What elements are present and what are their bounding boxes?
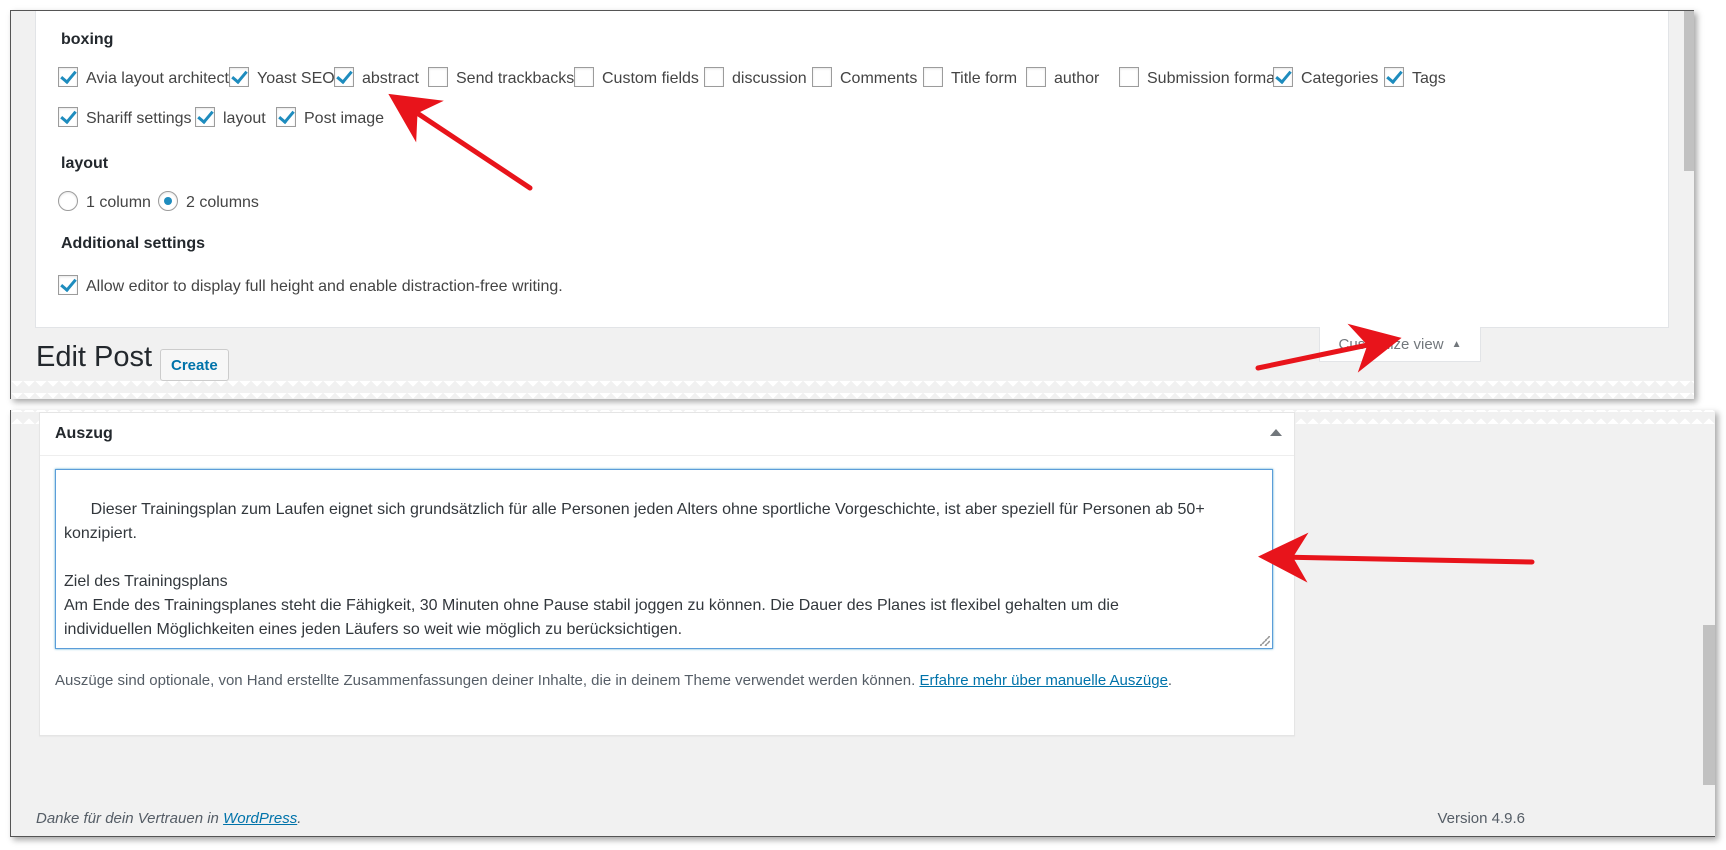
collapse-arrow-icon[interactable] [1270, 429, 1282, 436]
scrollbar[interactable] [1684, 11, 1694, 171]
screen-options-screenshot: boxing Avia layout architect Yoast SEO a… [10, 10, 1694, 399]
checkbox-box[interactable] [1026, 67, 1046, 87]
checkbox-box[interactable] [923, 67, 943, 87]
checkbox-box[interactable] [58, 107, 78, 127]
excerpt-textarea[interactable]: Dieser Trainingsplan zum Laufen eignet s… [55, 469, 1273, 649]
checkbox-box[interactable] [195, 107, 215, 127]
checkbox-label: Submission format [1147, 70, 1280, 87]
customize-view-label: Customize view [1338, 335, 1444, 353]
checkbox-post-image[interactable]: Post image [276, 107, 385, 129]
checkbox-label: layout [223, 110, 266, 127]
resize-handle-icon[interactable] [1260, 636, 1270, 646]
checkbox-label: Avia layout architect [86, 70, 229, 87]
excerpt-help-link[interactable]: Erfahre mehr über manuelle Auszüge [919, 672, 1167, 689]
checkbox-label: author [1054, 70, 1100, 87]
checkbox-box[interactable] [812, 67, 832, 87]
footer-version: Version 4.9.6 [1437, 810, 1525, 827]
checkbox-box[interactable] [58, 67, 78, 87]
customize-view-toggle[interactable]: Customize view ▲ [1319, 327, 1481, 362]
checkbox-label: Post image [304, 110, 385, 127]
wordpress-link[interactable]: WordPress [223, 810, 297, 827]
checkbox-box[interactable] [276, 107, 296, 127]
layout-heading: layout [61, 155, 109, 172]
checkbox-layout[interactable]: layout [195, 107, 266, 129]
excerpt-screenshot: Auszug Dieser Trainingsplan zum Laufen e… [10, 410, 1715, 837]
checkbox-label: Send trackbacks [456, 70, 575, 87]
excerpt-postbox: Auszug Dieser Trainingsplan zum Laufen e… [39, 412, 1295, 736]
radio-1-column[interactable]: 1 column [58, 191, 151, 213]
footer-thanks-end: . [297, 810, 302, 827]
excerpt-help-text: Auszüge sind optionale, von Hand erstell… [55, 672, 1172, 689]
checkbox-box[interactable] [1119, 67, 1139, 87]
checkbox-avia-layout-architect[interactable]: Avia layout architect [58, 67, 229, 89]
checkbox-box[interactable] [334, 67, 354, 87]
scrollbar[interactable] [1703, 625, 1715, 785]
excerpt-title: Auszug [55, 425, 113, 442]
checkbox-box[interactable] [574, 67, 594, 87]
radio-2-columns[interactable]: 2 columns [158, 191, 259, 213]
checkbox-abstract[interactable]: abstract [334, 67, 419, 89]
checkbox-label: discussion [732, 70, 807, 87]
torn-edge [11, 381, 1694, 399]
checkbox-label: abstract [362, 70, 419, 87]
help-text: Auszüge sind optionale, von Hand erstell… [55, 672, 916, 689]
checkbox-shariff-settings[interactable]: Shariff settings [58, 107, 192, 129]
boxing-heading: boxing [61, 31, 114, 48]
checkbox-box[interactable] [229, 67, 249, 87]
checkbox-label: Tags [1412, 70, 1446, 87]
footer-thanks: Danke für dein Vertrauen in WordPress. [36, 810, 301, 827]
page-title: Edit Post [36, 341, 153, 373]
screen-options-panel: boxing Avia layout architect Yoast SEO a… [35, 11, 1669, 328]
checkbox-box[interactable] [1384, 67, 1404, 87]
checkbox-box[interactable] [704, 67, 724, 87]
checkbox-label: Shariff settings [86, 110, 192, 127]
excerpt-text: Dieser Trainingsplan zum Laufen eignet s… [64, 501, 1205, 638]
footer-thanks-text: Danke für dein Vertrauen in [36, 810, 219, 827]
help-text-end: . [1167, 672, 1173, 689]
postbox-header[interactable]: Auszug [40, 413, 1294, 456]
checkbox-categories[interactable]: Categories [1273, 67, 1379, 89]
radio-button[interactable] [58, 191, 78, 211]
caret-up-icon: ▲ [1451, 338, 1462, 350]
radio-button[interactable] [158, 191, 178, 211]
radio-label: 2 columns [186, 194, 259, 211]
checkbox-tags[interactable]: Tags [1384, 67, 1446, 89]
checkbox-send-trackbacks[interactable]: Send trackbacks [428, 67, 575, 89]
checkbox-box[interactable] [428, 67, 448, 87]
additional-settings-heading: Additional settings [61, 235, 205, 252]
checkbox-yoast-seo[interactable]: Yoast SEO [229, 67, 335, 89]
checkbox-label: Yoast SEO [257, 70, 335, 87]
checkbox-distraction-free[interactable]: Allow editor to display full height and … [58, 275, 563, 297]
checkbox-label: Categories [1301, 70, 1379, 87]
checkbox-submission-format[interactable]: Submission format [1119, 67, 1280, 89]
radio-label: 1 column [86, 194, 151, 211]
checkbox-box[interactable] [58, 275, 78, 295]
checkbox-label: Title form [951, 70, 1018, 87]
checkbox-comments[interactable]: Comments [812, 67, 918, 89]
checkbox-box[interactable] [1273, 67, 1293, 87]
checkbox-author[interactable]: author [1026, 67, 1100, 89]
checkbox-title-form[interactable]: Title form [923, 67, 1018, 89]
checkbox-label: Custom fields [602, 70, 699, 87]
checkbox-label: Allow editor to display full height and … [86, 278, 563, 295]
checkbox-custom-fields[interactable]: Custom fields [574, 67, 699, 89]
checkbox-label: Comments [840, 70, 918, 87]
checkbox-discussion[interactable]: discussion [704, 67, 807, 89]
create-button[interactable]: Create [160, 349, 229, 381]
